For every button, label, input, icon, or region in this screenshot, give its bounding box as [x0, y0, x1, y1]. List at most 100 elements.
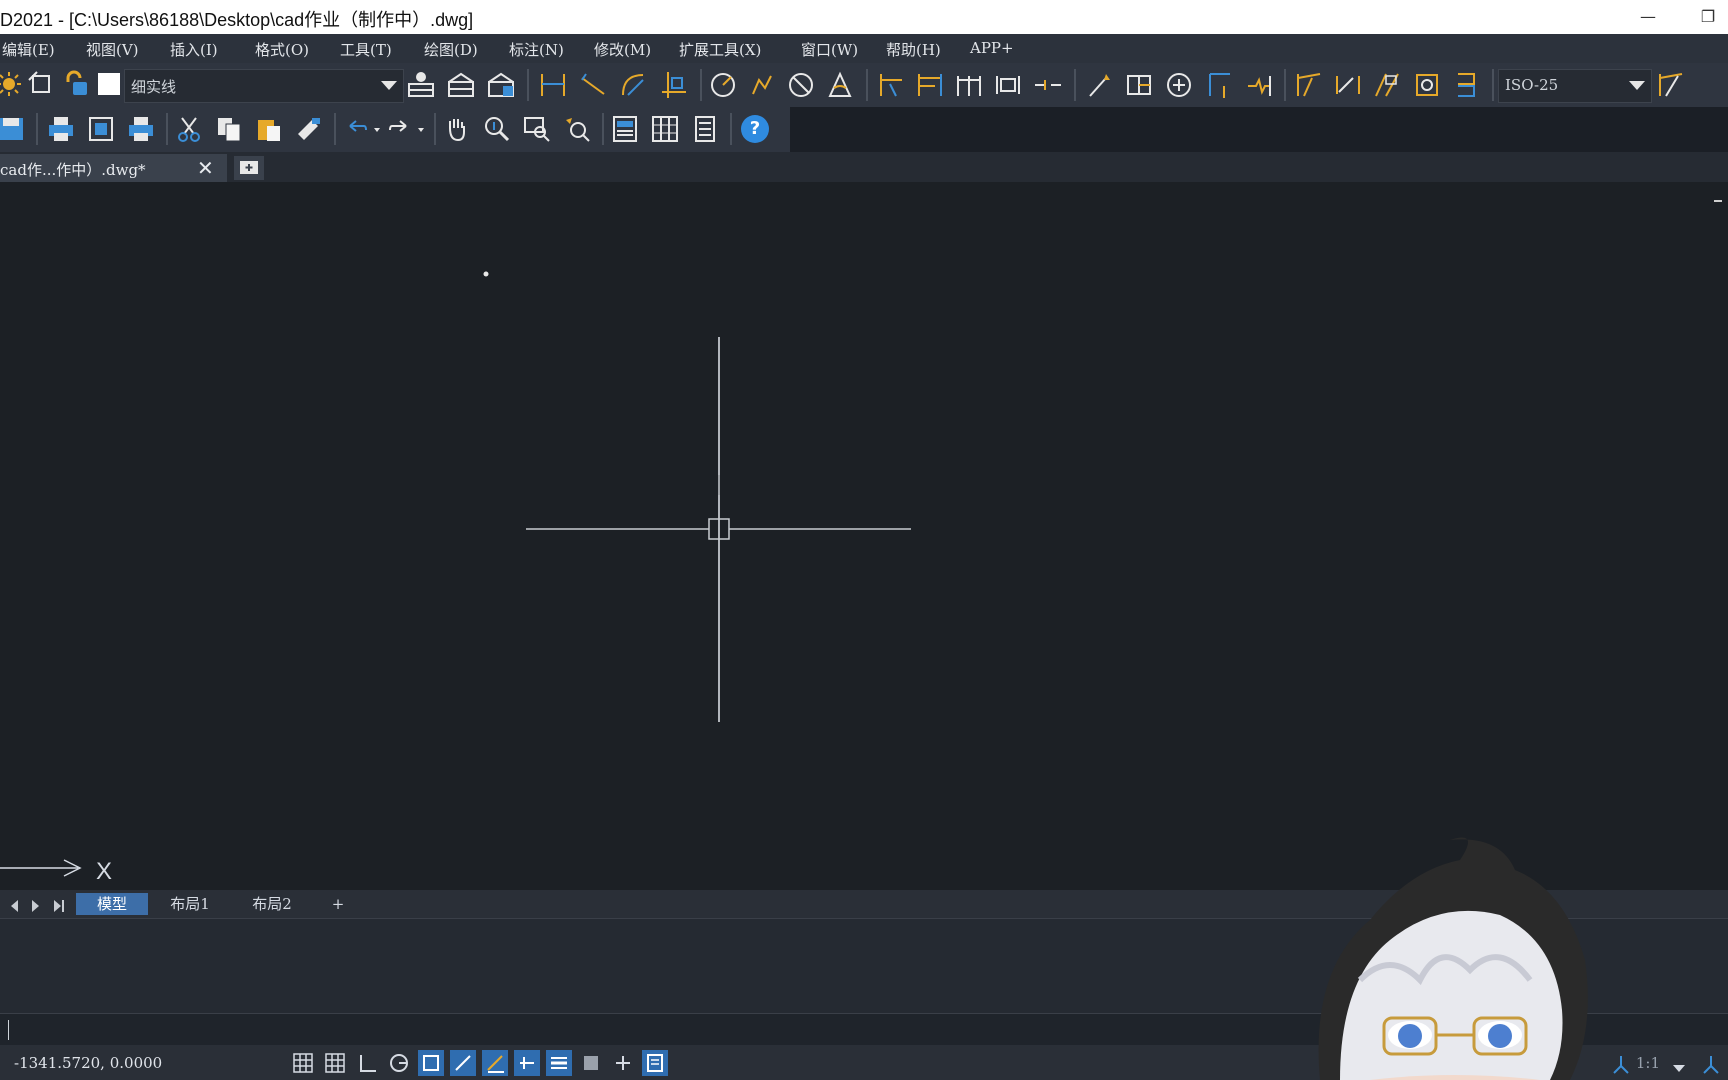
print-icon[interactable] [44, 112, 78, 146]
paste-icon[interactable] [252, 112, 286, 146]
layer-freeze-icon[interactable] [24, 67, 58, 101]
toolbar-separator [730, 113, 732, 145]
menu-dimension[interactable]: 标注(N) [509, 39, 564, 60]
jogged-dimension-icon[interactable] [745, 68, 779, 102]
dimension-text-angle-icon[interactable] [1370, 68, 1404, 102]
ordinate-dimension-icon[interactable] [656, 68, 690, 102]
grid-display-icon[interactable] [290, 1050, 316, 1076]
tolerance-icon[interactable] [1122, 68, 1156, 102]
menu-help[interactable]: 帮助(H) [886, 39, 941, 60]
help-button[interactable]: ? [738, 112, 772, 146]
angular-dimension-icon[interactable] [823, 68, 857, 102]
design-center-icon[interactable] [648, 112, 682, 146]
layer-manager-icon[interactable] [404, 67, 438, 101]
tab-model[interactable]: 模型 [76, 893, 148, 915]
annotation-monitor-icon[interactable] [642, 1050, 668, 1076]
arc-length-icon[interactable] [616, 68, 650, 102]
character-avatar [1318, 837, 1588, 1080]
restore-button[interactable]: ❐ [1688, 0, 1728, 34]
baseline-dimension-icon[interactable] [913, 68, 947, 102]
toolbar-separator [434, 113, 436, 145]
continue-dimension-icon[interactable] [952, 68, 986, 102]
leader-icon[interactable] [1082, 68, 1116, 102]
menu-view[interactable]: 视图(V) [86, 39, 139, 60]
close-icon[interactable]: ✕ [197, 156, 214, 180]
tool-palettes-icon[interactable] [688, 112, 722, 146]
tab-scroll-next-icon[interactable] [30, 898, 42, 917]
new-tab-button[interactable] [234, 156, 264, 180]
object-snap-icon[interactable] [418, 1050, 444, 1076]
redo-dropdown-chevron-icon[interactable] [404, 112, 438, 146]
menu-insert[interactable]: 插入(I) [170, 39, 218, 60]
selection-cycling-icon[interactable] [610, 1050, 636, 1076]
dimension-break-icon[interactable] [1031, 68, 1065, 102]
document-tab[interactable]: cad作...作中）.dwg* ✕ [0, 154, 227, 182]
toolbar-separator [1492, 69, 1494, 101]
properties-icon[interactable] [608, 112, 642, 146]
dimension-style-manager-icon[interactable] [1654, 68, 1688, 102]
object-snap-tracking-icon[interactable] [450, 1050, 476, 1076]
zoom-previous-icon[interactable] [560, 112, 594, 146]
tab-layout2[interactable]: 布局2 [234, 893, 310, 915]
quick-dimension-icon[interactable] [874, 68, 908, 102]
save-icon[interactable] [0, 112, 28, 146]
menu-tools[interactable]: 工具(T) [340, 39, 392, 60]
dynamic-input-icon[interactable] [514, 1050, 540, 1076]
dimension-space-icon[interactable] [991, 68, 1025, 102]
annotation-scale-icon[interactable] [1610, 1053, 1632, 1079]
toolbar-separator [166, 113, 168, 145]
workspace-icon[interactable] [1700, 1053, 1722, 1079]
lock-icon[interactable] [58, 67, 92, 101]
menu-app-plus[interactable]: APP+ [970, 39, 1014, 57]
add-layout-button[interactable]: + [316, 893, 360, 915]
tab-layout1[interactable]: 布局1 [152, 893, 228, 915]
chevron-down-icon [381, 81, 397, 90]
plot-icon[interactable] [124, 112, 158, 146]
print-preview-icon[interactable] [84, 112, 118, 146]
tab-scroll-last-icon[interactable] [52, 898, 66, 917]
zoom-realtime-icon[interactable] [480, 112, 514, 146]
layer-states-icon[interactable] [444, 67, 478, 101]
aligned-dimension-icon[interactable] [576, 68, 610, 102]
menu-draw[interactable]: 绘图(D) [424, 39, 478, 60]
ucs-x-label: X [96, 858, 112, 885]
sun-icon[interactable] [0, 67, 26, 101]
dimension-style-select[interactable]: ISO-25 [1498, 69, 1652, 103]
transparency-icon[interactable] [578, 1050, 604, 1076]
linear-dimension-icon[interactable] [536, 68, 570, 102]
menu-edit[interactable]: 编辑(E) [2, 39, 55, 60]
inspection-icon[interactable] [1202, 68, 1236, 102]
polar-tracking-icon[interactable] [386, 1050, 412, 1076]
oblique-dimension-icon[interactable] [1292, 68, 1326, 102]
menu-format[interactable]: 格式(O) [255, 39, 309, 60]
color-swatch-icon[interactable] [92, 67, 126, 101]
toolbar-separator [866, 69, 868, 101]
tab-scroll-first-icon[interactable] [8, 898, 20, 917]
diameter-dimension-icon[interactable] [784, 68, 818, 102]
copy-icon[interactable] [212, 112, 246, 146]
minimize-button[interactable]: — [1628, 0, 1668, 34]
drawing-canvas[interactable]: X [0, 182, 1728, 890]
title-bar: D2021 - [C:\Users\86188\Desktop\cad作业（制作… [0, 0, 1728, 34]
zoom-window-icon[interactable] [520, 112, 554, 146]
dimension-text-edit-icon[interactable] [1331, 68, 1365, 102]
cut-icon[interactable] [172, 112, 206, 146]
chevron-down-icon[interactable] [1672, 1059, 1686, 1078]
snap-mode-icon[interactable] [322, 1050, 348, 1076]
dimension-update-icon[interactable] [1410, 68, 1444, 102]
viewport-control-icon[interactable] [1714, 200, 1722, 202]
center-mark-icon[interactable] [1162, 68, 1196, 102]
pan-hand-icon[interactable] [440, 112, 474, 146]
match-properties-icon[interactable] [292, 112, 326, 146]
jogged-linear-icon[interactable] [1242, 68, 1276, 102]
menu-modify[interactable]: 修改(M) [594, 39, 651, 60]
linetype-select[interactable]: 细实线 [124, 69, 404, 103]
layer-previous-icon[interactable] [484, 67, 518, 101]
lineweight-icon[interactable] [546, 1050, 572, 1076]
dimension-override-icon[interactable] [1450, 68, 1484, 102]
dynamic-ucs-icon[interactable] [482, 1050, 508, 1076]
menu-window[interactable]: 窗口(W) [801, 39, 858, 60]
ortho-mode-icon[interactable] [354, 1050, 380, 1076]
radius-dimension-icon[interactable] [706, 68, 740, 102]
menu-extensions[interactable]: 扩展工具(X) [679, 39, 761, 60]
